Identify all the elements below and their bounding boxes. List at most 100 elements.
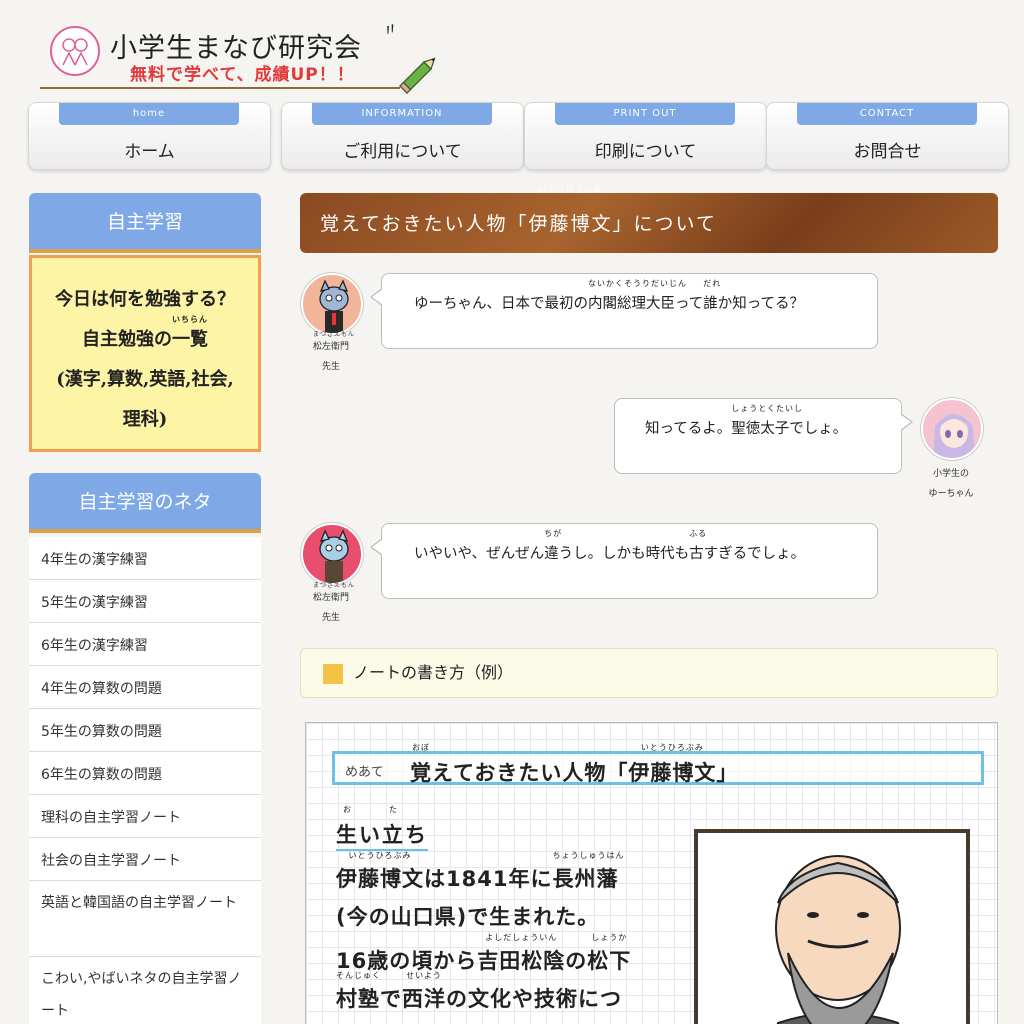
text: 内閣総理大臣 bbox=[588, 296, 675, 312]
text: すぎるでしょ。 bbox=[703, 546, 806, 562]
ruby-text: だれ bbox=[703, 279, 722, 288]
sidebar-item-kanji-6[interactable]: 6年生の漢字練習 bbox=[29, 623, 261, 666]
nav-label: 印刷について bbox=[594, 142, 697, 162]
ruby-text: ないかくそうりだいじん bbox=[588, 279, 687, 288]
speech-bubble: ゆーちゃん、日本で最初の ないかくそうりだいじん 内閣総理大臣って だれ 誰か知ってる？ bbox=[370, 273, 878, 349]
bubble-text: いやいや、ぜんぜん ちが 違うし。しかも時代も ふる 古すぎるでしょ。 bbox=[414, 529, 877, 563]
text: い bbox=[359, 823, 382, 847]
sidebar-item-math-4[interactable]: 4年生の算数の問題 bbox=[29, 666, 261, 709]
nav-home[interactable]: home ホーム bbox=[28, 102, 271, 170]
text: ち bbox=[405, 823, 428, 847]
nav-contact[interactable]: CONTACT お問合せ bbox=[766, 102, 1009, 170]
ruby-word: いとうひろぶみ伊藤博文 bbox=[528, 185, 613, 255]
sidebar-heading-topics: 自主学習のネタ bbox=[29, 473, 261, 533]
speaker-caption: 小学生の ゆーちゃん bbox=[916, 464, 986, 504]
sparkle-icon: 〃 bbox=[379, 17, 402, 42]
bubble-text: 知ってるよ。 しょうとくたいし 聖徳太子でしょ。 bbox=[645, 404, 901, 438]
nav-information[interactable]: INFORMATION ご利用について bbox=[281, 102, 524, 170]
title-text: 伊藤博文 bbox=[528, 213, 613, 235]
ruby-word: ないかくそうりだいじん内閣総理大臣 bbox=[588, 279, 686, 313]
text: 聖徳太子 bbox=[731, 421, 790, 437]
square-bullet-icon bbox=[323, 664, 343, 684]
meate-label: めあて bbox=[345, 765, 384, 780]
text: で bbox=[380, 987, 402, 1011]
speech-bubble: 知ってるよ。 しょうとくたいし 聖徳太子でしょ。 bbox=[614, 398, 913, 474]
notebook-line: いとうひろぶみ 伊藤博文は1841年に ちょうしゅうはん 長州藩 bbox=[336, 851, 623, 893]
notebook-example-image: めあて おぼ 覚えておきたい人物「 いとうひろぶみ 伊藤博文」 お生いた立ち いとうひ… bbox=[305, 722, 998, 1024]
global-nav: home ホーム INFORMATION ご利用について PRINT OUT 印… bbox=[28, 102, 1009, 172]
nav-label: ご利用について bbox=[343, 142, 462, 162]
study-box-line3: (漢字,算数,英語,社会, bbox=[56, 369, 234, 390]
text: 覚 bbox=[410, 761, 432, 785]
site-header: 小学生まなび研究会 〃 無料で学べて、成績UP！！ bbox=[40, 14, 440, 94]
text: 違 bbox=[544, 546, 559, 562]
text: 伊藤博文 bbox=[628, 761, 717, 785]
nav-tag: home bbox=[59, 103, 239, 125]
ruby-text: せいよう bbox=[406, 971, 442, 980]
sidebar-item-english-korean[interactable]: 英語と韓国語の自主学習ノート bbox=[29, 881, 261, 957]
nav-label: お問合せ bbox=[853, 142, 922, 162]
sidebar-item-science[interactable]: 理科の自主学習ノート bbox=[29, 795, 261, 838]
ruby-word: いとうひろぶみ伊藤博文 bbox=[628, 743, 717, 787]
meate-text: おぼ 覚えておきたい人物「 いとうひろぶみ 伊藤博文」 bbox=[410, 743, 739, 787]
ruby-text: いとうひろぶみ bbox=[538, 185, 602, 194]
logo-icon[interactable] bbox=[50, 26, 100, 76]
sidebar-item-math-6[interactable]: 6年生の算数の問題 bbox=[29, 752, 261, 795]
nav-tag: INFORMATION bbox=[312, 103, 492, 125]
ruby-text: お bbox=[343, 805, 352, 814]
text: 伊藤博文 bbox=[336, 867, 424, 891]
nav-label: ホーム bbox=[124, 142, 175, 162]
ruby-text: おぼ bbox=[412, 743, 430, 752]
text: ゆーちゃん、日本で最初の bbox=[414, 296, 588, 312]
sidebar-item-kanji-5[interactable]: 5年生の漢字練習 bbox=[29, 580, 261, 623]
ruby-text: いとうひろぶみ bbox=[348, 851, 412, 860]
ruby-text: ちょうしゅうはん bbox=[552, 851, 625, 860]
ruby-word: せいよう 西洋 bbox=[402, 971, 446, 1013]
portrait-illustration bbox=[694, 829, 970, 1024]
text: の bbox=[565, 949, 588, 973]
speech-bubble: いやいや、ぜんぜん ちが 違うし。しかも時代も ふる 古すぎるでしょ。 bbox=[370, 523, 878, 599]
study-list-box[interactable]: 今日は何を勉強する？ 自主勉強の いちらん 一覧 (漢字,算数,英語,社会, 理科) bbox=[29, 255, 261, 452]
ruby-word: いちらん 一覧 bbox=[172, 314, 208, 360]
sidebar-item-social[interactable]: 社会の自主学習ノート bbox=[29, 838, 261, 881]
ruby-word: まつざえもん 松左衛門 bbox=[313, 582, 354, 608]
text: 吉田松陰 bbox=[477, 949, 566, 973]
nav-tag: CONTACT bbox=[797, 103, 977, 125]
ruby-text: いちらん bbox=[172, 314, 208, 324]
ruby-word: そんじゅく 村塾 bbox=[336, 971, 380, 1013]
sidebar-item-scary[interactable]: こわい,やばいネタの自主学習ノート bbox=[29, 957, 261, 1024]
notebook-line: そんじゅく 村塾で せいよう 西洋の文化や技術につ bbox=[336, 971, 622, 1013]
bubble-text: ゆーちゃん、日本で最初の ないかくそうりだいじん 内閣総理大臣って だれ 誰か知ってる？ bbox=[414, 279, 877, 313]
study-box-line1: 今日は何を勉強する？ bbox=[55, 289, 235, 310]
header-underline bbox=[40, 87, 400, 89]
text: 誰 bbox=[703, 296, 718, 312]
site-tagline: 無料で学べて、成績UP！！ bbox=[130, 65, 355, 85]
text: 村塾 bbox=[336, 987, 380, 1011]
sidebar-heading-self-study: 自主学習 bbox=[29, 193, 261, 253]
text: 生 bbox=[336, 823, 359, 847]
text: 西洋 bbox=[402, 987, 446, 1011]
ruby-text: よしだしょういん bbox=[485, 933, 558, 942]
text: えておきたい人物「 bbox=[432, 761, 629, 785]
notebook-line: (今の山口県)で生まれた。 bbox=[336, 905, 600, 929]
ruby-text: た bbox=[389, 805, 398, 814]
text: 長州藩 bbox=[552, 867, 619, 891]
sidebar-topic-list: 4年生の漢字練習 5年生の漢字練習 6年生の漢字練習 4年生の算数の問題 5年生… bbox=[29, 537, 261, 1024]
note-example-heading: ノートの書き方（例） bbox=[300, 648, 998, 698]
sidebar-item-math-5[interactable]: 5年生の算数の問題 bbox=[29, 709, 261, 752]
text: 古 bbox=[689, 546, 704, 562]
speaker-role: 先生 bbox=[321, 613, 340, 623]
speaker-name: ゆーちゃん bbox=[928, 489, 974, 499]
ruby-text: いとうひろぶみ bbox=[640, 743, 704, 752]
ruby-word: だれ誰 bbox=[703, 279, 720, 313]
study-box-line2: 自主勉強の いちらん 一覧 bbox=[32, 314, 258, 360]
nav-print-out[interactable]: PRINT OUT 印刷について bbox=[524, 102, 767, 170]
text: 知ってるよ。 bbox=[645, 421, 732, 437]
text: 」 bbox=[716, 761, 739, 785]
ruby-text: ちが bbox=[544, 529, 563, 538]
ruby-word: ちょうしゅうはん長州藩 bbox=[552, 851, 623, 893]
sidebar-item-kanji-4[interactable]: 4年生の漢字練習 bbox=[29, 537, 261, 580]
text: 16歳の頃から bbox=[336, 949, 478, 973]
ruby-text: しょうとくたいし bbox=[731, 404, 804, 413]
ruby-word: いとうひろぶみ伊藤博文 bbox=[336, 851, 424, 893]
